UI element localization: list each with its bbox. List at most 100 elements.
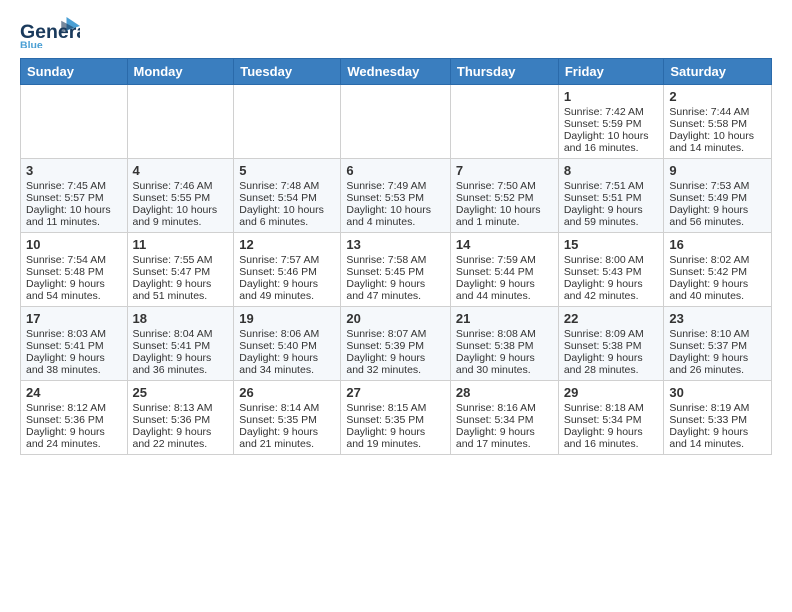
calendar-cell: 26Sunrise: 8:14 AMSunset: 5:35 PMDayligh… xyxy=(234,381,341,455)
day-info-line: Sunrise: 7:42 AM xyxy=(564,106,659,118)
day-info-line: Sunrise: 8:02 AM xyxy=(669,254,766,266)
day-info-line: Sunrise: 8:12 AM xyxy=(26,402,122,414)
day-number: 29 xyxy=(564,385,659,400)
day-number: 4 xyxy=(133,163,229,178)
day-info-line: Daylight: 10 hours and 6 minutes. xyxy=(239,204,335,228)
day-info-line: Sunset: 5:46 PM xyxy=(239,266,335,278)
day-number: 14 xyxy=(456,237,553,252)
calendar-cell: 22Sunrise: 8:09 AMSunset: 5:38 PMDayligh… xyxy=(558,307,664,381)
day-info-line: Sunset: 5:52 PM xyxy=(456,192,553,204)
day-info-line: Sunrise: 8:18 AM xyxy=(564,402,659,414)
day-info-line: Sunset: 5:42 PM xyxy=(669,266,766,278)
calendar-cell: 12Sunrise: 7:57 AMSunset: 5:46 PMDayligh… xyxy=(234,233,341,307)
day-number: 3 xyxy=(26,163,122,178)
calendar-cell: 2Sunrise: 7:44 AMSunset: 5:58 PMDaylight… xyxy=(664,85,772,159)
day-number: 23 xyxy=(669,311,766,326)
day-info-line: Sunrise: 7:55 AM xyxy=(133,254,229,266)
day-info-line: Daylight: 10 hours and 11 minutes. xyxy=(26,204,122,228)
day-info-line: Sunset: 5:43 PM xyxy=(564,266,659,278)
day-info-line: Sunset: 5:37 PM xyxy=(669,340,766,352)
calendar-cell: 23 Sunrise: 8:10 AMSunset: 5:37 PMDayligh… xyxy=(664,307,772,381)
day-info-line: Sunrise: 8:16 AM xyxy=(456,402,553,414)
day-info-line: Sunrise: 7:45 AM xyxy=(26,180,122,192)
day-info-line: Sunset: 5:35 PM xyxy=(239,414,335,426)
day-info-line: Sunset: 5:59 PM xyxy=(564,118,659,130)
day-number: 10 xyxy=(26,237,122,252)
day-info-line: Sunset: 5:33 PM xyxy=(669,414,766,426)
day-info-line: Daylight: 9 hours and 49 minutes. xyxy=(239,278,335,302)
day-info-line: Sunrise: 7:51 AM xyxy=(564,180,659,192)
day-info-line: Sunset: 5:34 PM xyxy=(456,414,553,426)
calendar-cell: 10Sunrise: 7:54 AMSunset: 5:48 PMDayligh… xyxy=(21,233,128,307)
day-info-line: Sunrise: 8:00 AM xyxy=(564,254,659,266)
calendar-week-1: 1 Sunrise: 7:42 AMSunset: 5:59 PMDaylight… xyxy=(21,85,772,159)
weekday-header-thursday: Thursday xyxy=(450,59,558,85)
day-info-line: Daylight: 9 hours and 17 minutes. xyxy=(456,426,553,450)
day-info-line: Daylight: 9 hours and 47 minutes. xyxy=(346,278,445,302)
day-info-line: Daylight: 9 hours and 44 minutes. xyxy=(456,278,553,302)
day-info-line: Daylight: 9 hours and 21 minutes. xyxy=(239,426,335,450)
day-info-line: Sunset: 5:36 PM xyxy=(26,414,122,426)
day-info-line: Daylight: 9 hours and 14 minutes. xyxy=(669,426,766,450)
day-info-line: Daylight: 9 hours and 36 minutes. xyxy=(133,352,229,376)
day-info-line: Sunset: 5:41 PM xyxy=(133,340,229,352)
day-info-line: Sunset: 5:41 PM xyxy=(26,340,122,352)
day-number: 12 xyxy=(239,237,335,252)
day-number: 13 xyxy=(346,237,445,252)
weekday-header-sunday: Sunday xyxy=(21,59,128,85)
day-info-line: Sunrise: 7:58 AM xyxy=(346,254,445,266)
day-info-line: Sunrise: 7:50 AM xyxy=(456,180,553,192)
day-info-line: Sunset: 5:34 PM xyxy=(564,414,659,426)
calendar-cell: 3Sunrise: 7:45 AMSunset: 5:57 PMDaylight… xyxy=(21,159,128,233)
calendar-cell: 30Sunrise: 8:19 AMSunset: 5:33 PMDayligh… xyxy=(664,381,772,455)
day-info-line: Sunset: 5:48 PM xyxy=(26,266,122,278)
calendar-cell xyxy=(341,85,451,159)
day-info-line: Daylight: 9 hours and 28 minutes. xyxy=(564,352,659,376)
day-info-line: Daylight: 9 hours and 24 minutes. xyxy=(26,426,122,450)
weekday-header-monday: Monday xyxy=(127,59,234,85)
calendar-cell: 11Sunrise: 7:55 AMSunset: 5:47 PMDayligh… xyxy=(127,233,234,307)
day-info-line: Sunrise: 7:46 AM xyxy=(133,180,229,192)
day-number: 1 xyxy=(564,89,659,104)
calendar-cell: 4 Sunrise: 7:46 AMSunset: 5:55 PMDaylight… xyxy=(127,159,234,233)
day-info-line: Sunset: 5:58 PM xyxy=(669,118,766,130)
day-number: 6 xyxy=(346,163,445,178)
calendar-cell xyxy=(450,85,558,159)
day-info-line: Daylight: 9 hours and 26 minutes. xyxy=(669,352,766,376)
calendar-cell: 25Sunrise: 8:13 AMSunset: 5:36 PMDayligh… xyxy=(127,381,234,455)
calendar-cell: 1 Sunrise: 7:42 AMSunset: 5:59 PMDaylight… xyxy=(558,85,664,159)
day-number: 27 xyxy=(346,385,445,400)
calendar-cell xyxy=(21,85,128,159)
day-number: 17 xyxy=(26,311,122,326)
day-number: 22 xyxy=(564,311,659,326)
day-info-line: Sunrise: 8:10 AM xyxy=(669,328,766,340)
day-number: 30 xyxy=(669,385,766,400)
day-info-line: Daylight: 9 hours and 56 minutes. xyxy=(669,204,766,228)
calendar-cell: 18Sunrise: 8:04 AMSunset: 5:41 PMDayligh… xyxy=(127,307,234,381)
day-info-line: Sunrise: 8:14 AM xyxy=(239,402,335,414)
day-info-line: Daylight: 9 hours and 38 minutes. xyxy=(26,352,122,376)
day-info-line: Sunset: 5:40 PM xyxy=(239,340,335,352)
day-info-line: Daylight: 10 hours and 16 minutes. xyxy=(564,130,659,154)
day-info-line: Sunrise: 7:59 AM xyxy=(456,254,553,266)
calendar-cell: 28Sunrise: 8:16 AMSunset: 5:34 PMDayligh… xyxy=(450,381,558,455)
calendar-cell: 6Sunrise: 7:49 AMSunset: 5:53 PMDaylight… xyxy=(341,159,451,233)
day-info-line: Sunset: 5:44 PM xyxy=(456,266,553,278)
day-number: 8 xyxy=(564,163,659,178)
day-info-line: Sunrise: 8:03 AM xyxy=(26,328,122,340)
day-info-line: Sunset: 5:51 PM xyxy=(564,192,659,204)
day-info-line: Sunset: 5:55 PM xyxy=(133,192,229,204)
day-info-line: Sunrise: 7:44 AM xyxy=(669,106,766,118)
header: General Blue xyxy=(20,16,772,48)
day-number: 21 xyxy=(456,311,553,326)
calendar-week-5: 24Sunrise: 8:12 AMSunset: 5:36 PMDayligh… xyxy=(21,381,772,455)
day-number: 11 xyxy=(133,237,229,252)
day-info-line: Daylight: 9 hours and 34 minutes. xyxy=(239,352,335,376)
calendar-cell: 15Sunrise: 8:00 AMSunset: 5:43 PMDayligh… xyxy=(558,233,664,307)
day-info-line: Sunrise: 8:09 AM xyxy=(564,328,659,340)
logo: General Blue xyxy=(20,16,80,48)
day-info-line: Sunrise: 7:53 AM xyxy=(669,180,766,192)
day-info-line: Daylight: 10 hours and 9 minutes. xyxy=(133,204,229,228)
day-number: 5 xyxy=(239,163,335,178)
calendar-week-4: 17Sunrise: 8:03 AMSunset: 5:41 PMDayligh… xyxy=(21,307,772,381)
